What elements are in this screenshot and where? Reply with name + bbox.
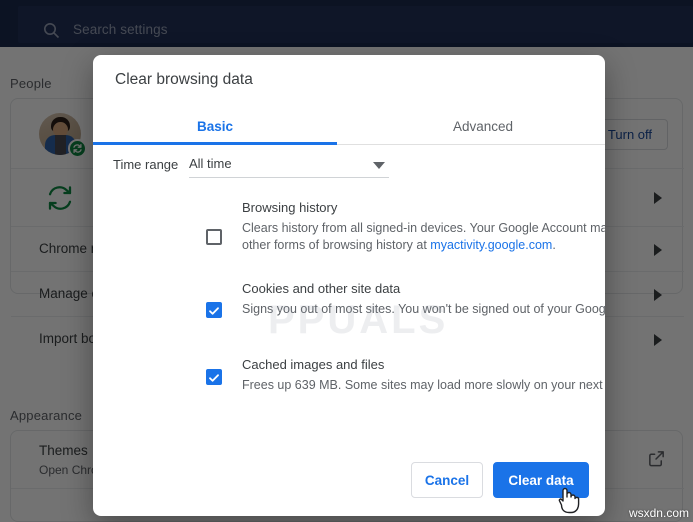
dialog-button-row: Cancel Clear data (93, 462, 605, 498)
time-range-label: Time range (113, 157, 179, 172)
option-cookies-label: Cookies and other site data (242, 281, 401, 296)
checkbox-cached-images[interactable] (206, 369, 222, 385)
option-browsing-history-label: Browsing history (242, 200, 338, 215)
checkbox-browsing-history[interactable] (206, 229, 222, 245)
option-cached-images-description: Frees up 639 MB. Some sites may load mor… (242, 378, 605, 392)
tab-advanced[interactable]: Advanced (361, 107, 605, 145)
desc-text-after: . (552, 238, 556, 252)
chevron-down-icon (373, 162, 385, 169)
option-cached-images-label: Cached images and files (242, 357, 385, 372)
clear-browsing-data-dialog: Clear browsing data Basic Advanced Time … (93, 55, 605, 516)
option-cookies-description: Signs you out of most sites. You won't b… (242, 302, 605, 316)
time-range-select[interactable]: All time (189, 153, 389, 178)
watermark-site: wsxdn.com (628, 506, 689, 520)
tab-basic[interactable]: Basic (93, 107, 337, 145)
settings-page-root: Search settings People V S Turn off (0, 0, 693, 522)
myactivity-link[interactable]: myactivity.google.com (430, 238, 552, 252)
option-browsing-history-description: Clears history from all signed-in device… (242, 220, 605, 254)
time-range-value: All time (189, 156, 232, 171)
mouse-cursor-pointer-icon (556, 483, 582, 520)
cancel-button[interactable]: Cancel (411, 462, 483, 498)
dialog-tabs: Basic Advanced (93, 107, 605, 145)
dialog-title: Clear browsing data (115, 71, 253, 88)
active-tab-indicator (93, 142, 337, 145)
checkbox-cookies[interactable] (206, 302, 222, 318)
